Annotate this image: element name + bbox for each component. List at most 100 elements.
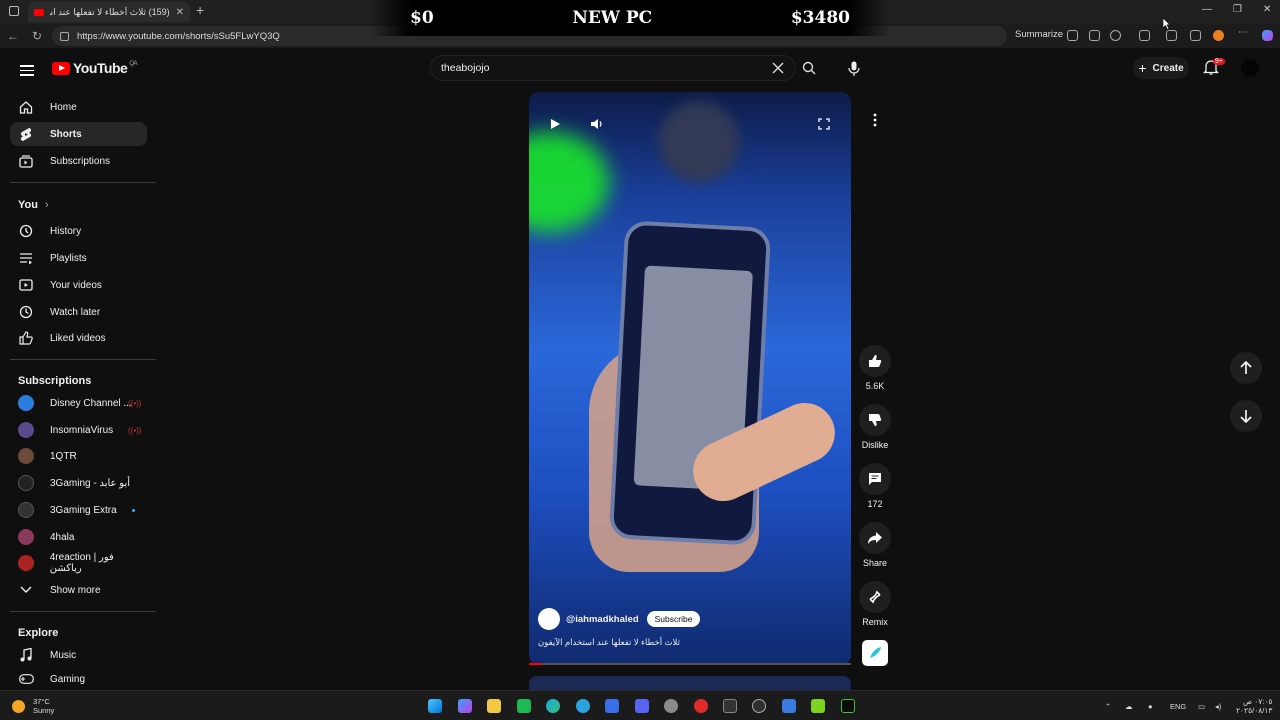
you-section-header[interactable]: You ›: [18, 199, 49, 211]
subscribe-button[interactable]: Subscribe: [646, 611, 701, 627]
onedrive-icon[interactable]: ☁: [1125, 702, 1133, 711]
speaker-icon[interactable]: ◂): [1215, 702, 1221, 711]
sidebar-item-liked-videos[interactable]: Liked videos: [10, 326, 147, 350]
epic-games-icon[interactable]: [723, 699, 737, 713]
search-input[interactable]: theabojojo: [430, 55, 796, 81]
read-aloud-icon[interactable]: [1067, 30, 1078, 41]
subscription-item[interactable]: Disney Channel ...: [10, 391, 147, 415]
language-indicator[interactable]: ENG: [1170, 702, 1186, 711]
volume-icon[interactable]: [590, 118, 603, 130]
search-button[interactable]: [796, 55, 822, 81]
start-windows-icon[interactable]: [428, 699, 442, 713]
like-button[interactable]: [859, 345, 891, 377]
clear-search-icon[interactable]: [771, 61, 785, 75]
media-player-icon[interactable]: [811, 699, 825, 713]
terminal-icon[interactable]: [841, 699, 855, 713]
youtube-logo[interactable]: YouTube QA: [52, 60, 137, 76]
channel-avatar: [18, 395, 34, 411]
edge-browser-icon[interactable]: [546, 699, 560, 713]
voice-search-button[interactable]: [841, 55, 867, 81]
tab-actions-icon[interactable]: [9, 6, 19, 16]
favorite-star-icon[interactable]: [1110, 30, 1121, 41]
app-icon-red[interactable]: [694, 699, 708, 713]
fullscreen-icon[interactable]: [818, 118, 830, 130]
restore-button[interactable]: ❐: [1233, 4, 1242, 15]
tab-title: (159) ثلاث أخطاء لا تفعلها عند است...: [50, 6, 170, 17]
remix-button[interactable]: [859, 581, 891, 613]
calendar-app-icon[interactable]: [605, 699, 619, 713]
next-short-button[interactable]: [1230, 400, 1262, 432]
sidebar-item-history[interactable]: History: [10, 219, 147, 243]
profile-icon[interactable]: [1213, 30, 1224, 41]
telegram-icon[interactable]: [576, 699, 590, 713]
subscriptions-icon: [18, 153, 34, 169]
app-icon-green[interactable]: [517, 699, 531, 713]
comments-action[interactable]: 172: [859, 463, 891, 509]
more-vertical-icon[interactable]: [873, 113, 877, 127]
sidebar-item-gaming[interactable]: Gaming: [10, 669, 147, 689]
sidebar-item-music[interactable]: Music: [10, 643, 147, 667]
new-tab-button[interactable]: +: [196, 2, 204, 18]
previous-short-button[interactable]: [1230, 352, 1262, 384]
browser-tab[interactable]: (159) ثلاث أخطاء لا تفعلها عند است... ✕: [28, 2, 190, 22]
extensions-icon[interactable]: [1139, 30, 1150, 41]
sidebar-item-home[interactable]: Home: [10, 95, 147, 119]
split-screen-icon[interactable]: [1089, 30, 1100, 41]
sidebar-item-label: Shorts: [50, 128, 82, 140]
discord-icon[interactable]: [635, 699, 649, 713]
show-more-button[interactable]: Show more: [10, 578, 147, 602]
comments-button[interactable]: [859, 463, 891, 495]
sidebar-item-shorts[interactable]: Shorts: [10, 122, 147, 146]
subscription-item[interactable]: 3Gaming Extra: [10, 498, 147, 522]
subscription-item[interactable]: 4hala: [10, 525, 147, 549]
account-avatar[interactable]: [1241, 59, 1259, 77]
create-button[interactable]: + Create: [1133, 57, 1189, 79]
tray-mic-icon[interactable]: ●: [1148, 702, 1153, 711]
dislike-button[interactable]: [859, 404, 891, 436]
sidebar-item-label: Playlists: [50, 252, 87, 264]
subscription-item[interactable]: 4reaction | فور رياكشن: [10, 551, 147, 575]
like-action[interactable]: 5.6K: [859, 345, 891, 391]
subscription-label: 4reaction | فور رياكشن: [49, 552, 114, 574]
sidebar-item-watch-later[interactable]: Watch later: [10, 300, 147, 324]
short-video-player[interactable]: [529, 92, 851, 665]
obs-icon[interactable]: [752, 699, 766, 713]
sidebar-item-label: Subscriptions: [50, 155, 111, 167]
subscription-item[interactable]: InsomniaVirus: [10, 418, 147, 442]
weather-widget[interactable]: 37°C Sunny: [12, 697, 54, 715]
back-button[interactable]: ←: [2, 29, 24, 43]
dislike-action[interactable]: Dislike: [859, 404, 891, 450]
subscription-item[interactable]: 1QTR: [10, 444, 147, 468]
system-clock[interactable]: ٠٧:٠٥ ص ٢٠٢٥/٠٨/١٣: [1236, 697, 1272, 715]
app-icon-blue[interactable]: [782, 699, 796, 713]
remix-action[interactable]: Remix: [859, 581, 891, 627]
sidebar-item-playlists[interactable]: Playlists: [10, 246, 147, 270]
close-window-button[interactable]: ✕: [1263, 4, 1271, 15]
settings-icon[interactable]: [664, 699, 678, 713]
show-hidden-icons[interactable]: ⌃: [1105, 702, 1111, 711]
copilot-app-icon[interactable]: [458, 699, 472, 713]
sidebar-item-subscriptions[interactable]: Subscriptions: [10, 149, 147, 173]
network-icon[interactable]: ▭: [1198, 702, 1205, 711]
file-explorer-icon[interactable]: [487, 699, 501, 713]
sound-thumbnail[interactable]: [862, 640, 888, 666]
copilot-icon[interactable]: [1262, 30, 1273, 41]
more-options-icon[interactable]: ⋯: [1238, 27, 1249, 38]
play-icon[interactable]: [550, 118, 561, 130]
browser-essentials-icon[interactable]: [1166, 30, 1177, 41]
menu-icon[interactable]: [20, 62, 34, 79]
share-action[interactable]: Share: [859, 522, 891, 568]
collections-icon[interactable]: [1190, 30, 1201, 41]
channel-avatar[interactable]: [538, 608, 560, 630]
playlists-icon: [18, 250, 34, 266]
summarize-button[interactable]: Summarize: [1015, 29, 1063, 40]
share-button[interactable]: [859, 522, 891, 554]
video-progress-bar[interactable]: [529, 663, 851, 665]
channel-name[interactable]: @iahmadkhaled: [566, 614, 639, 625]
close-tab-icon[interactable]: ✕: [176, 7, 184, 18]
sidebar-item-your-videos[interactable]: Your videos: [10, 273, 147, 297]
channel-avatar: [18, 502, 34, 518]
subscription-item[interactable]: 3Gaming - أبو عابد: [10, 471, 147, 495]
minimize-button[interactable]: —: [1202, 4, 1212, 15]
refresh-button[interactable]: ↻: [26, 29, 48, 43]
